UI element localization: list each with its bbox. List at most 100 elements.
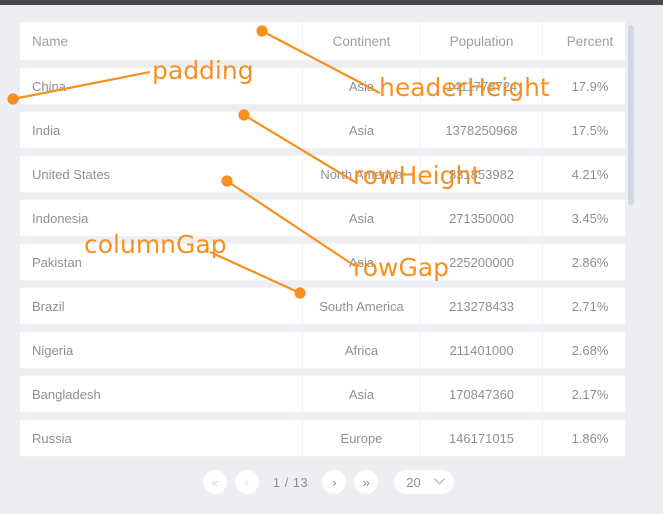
table-cell-percent-text: 17.5% [571, 122, 609, 138]
table-cell-percent-text: 17.9% [571, 78, 609, 94]
table-cell-continent: Asia [302, 112, 420, 148]
page-indicator: 1 / 13 [272, 474, 309, 490]
table-cell-population-text: 1378250968 [445, 122, 518, 138]
table-cell-percent: 17.9% [542, 68, 637, 104]
table-row[interactable]: Bangladesh Asia 170847360 2.17% [20, 376, 637, 412]
table-cell-name: Pakistan [20, 244, 302, 280]
first-page-button[interactable]: « [202, 470, 227, 494]
table-cell-population: 225200000 [420, 244, 542, 280]
table-cell-continent: Europe [302, 420, 420, 456]
table-cell-percent: 1.86% [542, 420, 637, 456]
screen: Name Continent Population Percent China A… [0, 0, 663, 514]
table-row[interactable]: Indonesia Asia 271350000 3.45% [20, 200, 637, 236]
column-header-continent-label: Continent [332, 33, 391, 49]
last-page-button[interactable]: » [354, 470, 379, 494]
column-header-percent[interactable]: Percent [542, 22, 637, 60]
next-page-button[interactable]: › [322, 470, 347, 494]
data-grid: Name Continent Population Percent China A… [20, 22, 637, 457]
table-row[interactable]: India Asia 1378250968 17.5% [20, 112, 637, 148]
table-cell-name: Nigeria [20, 332, 302, 368]
column-header-population[interactable]: Population [420, 22, 542, 60]
table-cell-percent-text: 2.71% [571, 298, 609, 314]
chevron-right-icon: › [332, 474, 337, 490]
chevron-down-icon [434, 476, 445, 488]
table-cell-percent: 4.21% [542, 156, 637, 192]
table-cell-continent: South America [302, 288, 420, 324]
table-cell-percent-text: 2.86% [571, 254, 609, 270]
table-cell-name-text: Russia [32, 430, 72, 446]
table-cell-population: 1378250968 [420, 112, 542, 148]
page-size-select[interactable]: 20 [394, 470, 455, 494]
table-cell-population-text: 225200000 [448, 254, 515, 270]
table-cell-continent: Africa [302, 332, 420, 368]
table-row[interactable]: Nigeria Africa 211401000 2.68% [20, 332, 637, 368]
table-cell-population: 213278433 [420, 288, 542, 324]
table-cell-population: 211401000 [420, 332, 542, 368]
table-cell-name: Bangladesh [20, 376, 302, 412]
table-cell-population-text: 146171015 [448, 430, 515, 446]
table-cell-continent-text: Asia [348, 386, 375, 402]
table-cell-name-text: China [32, 78, 66, 94]
vertical-scrollbar-thumb[interactable] [628, 25, 634, 205]
table-cell-continent-text: Asia [348, 210, 375, 226]
table-cell-continent: Asia [302, 244, 420, 280]
table-row[interactable]: Pakistan Asia 225200000 2.86% [20, 244, 637, 280]
table-cell-continent-text: Asia [348, 122, 375, 138]
table-cell-population-text: 1411778724 [445, 78, 518, 94]
table-cell-name-text: Bangladesh [32, 386, 101, 402]
table-cell-percent: 2.86% [542, 244, 637, 280]
table-cell-percent: 2.68% [542, 332, 637, 368]
table-cell-percent-text: 4.21% [571, 166, 609, 182]
grid-header-row: Name Continent Population Percent [20, 22, 637, 60]
table-cell-population-text: 211401000 [449, 342, 514, 358]
table-cell-continent: Asia [302, 200, 420, 236]
table-cell-name: India [20, 112, 302, 148]
panel: Name Continent Population Percent China A… [0, 5, 663, 514]
table-cell-continent-text: Asia [348, 78, 375, 94]
table-cell-population: 331853982 [420, 156, 542, 192]
table-cell-percent-text: 2.17% [571, 386, 609, 402]
table-row[interactable]: Brazil South America 213278433 2.71% [20, 288, 637, 324]
table-cell-percent: 2.71% [542, 288, 637, 324]
table-cell-name-text: Indonesia [32, 210, 89, 226]
double-chevron-right-icon: » [362, 474, 370, 490]
table-cell-percent: 17.5% [542, 112, 637, 148]
table-cell-name-text: India [32, 122, 61, 138]
chevron-left-icon: ‹ [244, 474, 249, 490]
table-cell-name-text: Pakistan [32, 254, 82, 270]
table-cell-name-text: United States [32, 166, 111, 182]
table-cell-population-text: 213278433 [448, 298, 515, 314]
column-header-name[interactable]: Name [20, 22, 302, 60]
table-cell-name: Indonesia [20, 200, 302, 236]
table-cell-population: 146171015 [420, 420, 542, 456]
table-cell-continent-text: North America [320, 166, 403, 182]
double-chevron-left-icon: « [211, 474, 219, 490]
grid-body: China Asia 1411778724 17.9% India Asia 1378250… [20, 68, 637, 456]
table-cell-population: 1411778724 [420, 68, 542, 104]
table-cell-population-text: 331853982 [448, 166, 515, 182]
table-cell-continent-text: Asia [348, 254, 375, 270]
table-cell-continent: Asia [302, 376, 420, 412]
table-cell-percent-text: 1.86% [571, 430, 609, 446]
table-row[interactable]: Russia Europe 146171015 1.86% [20, 420, 637, 456]
table-cell-continent: North America [302, 156, 420, 192]
pagination-bar: « ‹ 1 / 13 › » 20 [20, 460, 637, 504]
table-cell-percent: 2.17% [542, 376, 637, 412]
previous-page-button[interactable]: ‹ [234, 470, 259, 494]
column-header-percent-label: Percent [566, 33, 614, 49]
table-cell-continent-text: Africa [344, 342, 379, 358]
table-cell-continent: Asia [302, 68, 420, 104]
table-cell-name-text: Nigeria [32, 342, 74, 358]
column-header-name-label: Name [32, 33, 69, 49]
column-header-continent[interactable]: Continent [302, 22, 420, 60]
table-row[interactable]: China Asia 1411778724 17.9% [20, 68, 637, 104]
table-cell-population: 170847360 [420, 376, 542, 412]
table-cell-population: 271350000 [420, 200, 542, 236]
table-cell-population-text: 271350000 [448, 210, 515, 226]
table-cell-population-text: 170847360 [448, 386, 515, 402]
vertical-scrollbar[interactable] [625, 22, 637, 457]
table-cell-continent-text: South America [319, 298, 404, 314]
table-row[interactable]: United States North America 331853982 4.21% [20, 156, 637, 192]
table-cell-percent-text: 2.68% [571, 342, 609, 358]
table-cell-percent-text: 3.45% [571, 210, 609, 226]
